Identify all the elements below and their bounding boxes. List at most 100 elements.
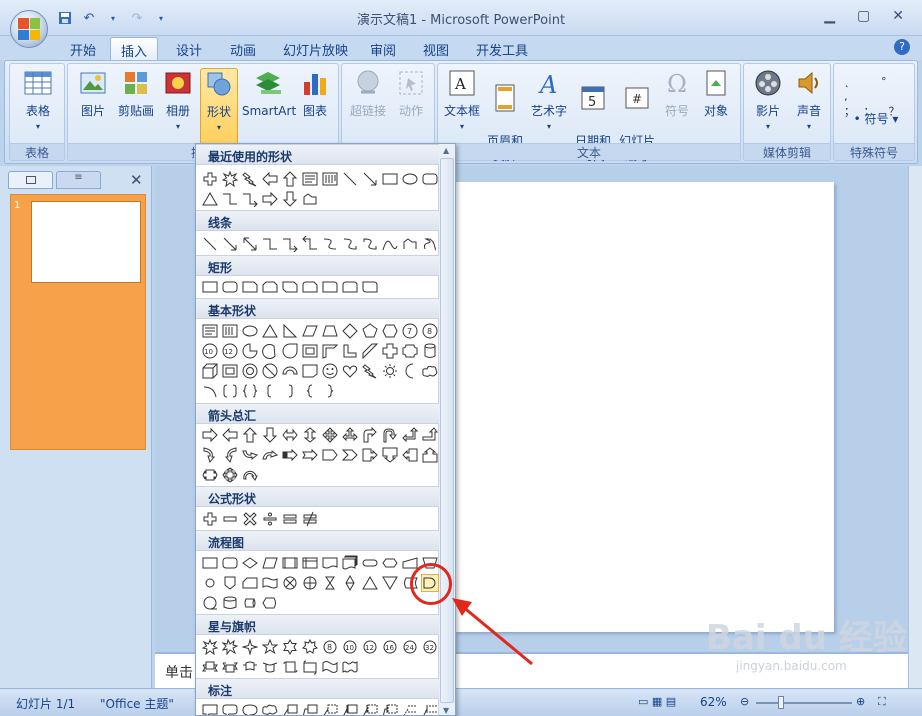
curved-down-arrow-shape-icon[interactable]: [261, 446, 279, 464]
tab-outline[interactable]: ≡: [56, 171, 101, 189]
left-up-arrow-shape-icon[interactable]: [401, 426, 419, 444]
flowchart-predefined-process-shape-icon[interactable]: [281, 554, 299, 572]
star6-shape-icon[interactable]: [281, 638, 299, 656]
flowchart-offpage-connector-shape-icon[interactable]: [221, 574, 239, 592]
special-symbol-button[interactable]: • 符号 ▾: [846, 112, 906, 127]
flowchart-decision-shape-icon[interactable]: [241, 554, 259, 572]
line-callout1-shape-icon[interactable]: [281, 702, 299, 715]
flowchart-data-shape-icon[interactable]: [261, 554, 279, 572]
right-triangle-shape-icon[interactable]: [281, 322, 299, 340]
heart-shape-icon[interactable]: [341, 362, 359, 380]
heptagon-shape-icon[interactable]: 7: [401, 322, 419, 340]
hexagon-shape-icon[interactable]: [381, 322, 399, 340]
rounded-rect-shape-icon[interactable]: [421, 170, 439, 188]
rounded-rect-shape-icon[interactable]: [221, 278, 239, 296]
hyperlink-button[interactable]: 超链接: [346, 68, 390, 119]
flowchart-sort-shape-icon[interactable]: [341, 574, 359, 592]
plaque-shape-icon[interactable]: [401, 342, 419, 360]
left-right-arrow-shape-icon[interactable]: [281, 426, 299, 444]
explosion1-shape-icon[interactable]: [201, 638, 219, 656]
down-arrow-shape-icon[interactable]: [281, 190, 299, 208]
curved-up-ribbon-shape-icon[interactable]: [241, 658, 259, 676]
flowchart-merge-shape-icon[interactable]: [381, 574, 399, 592]
flowchart-connector-shape-icon[interactable]: [201, 574, 219, 592]
elbow-arrow-connector-shape-icon[interactable]: [241, 190, 259, 208]
right-arrow-shape-icon[interactable]: [261, 190, 279, 208]
vertical-scrollbar[interactable]: [908, 166, 922, 688]
quad-arrow-callout-shape-icon[interactable]: [221, 466, 239, 484]
left-arrow-shape-icon[interactable]: [221, 426, 239, 444]
star8-shape-icon[interactable]: 8: [321, 638, 339, 656]
album-button[interactable]: 相册 ▾: [160, 68, 196, 134]
tab-slides[interactable]: [8, 171, 53, 189]
snip-diagonal-rect-shape-icon[interactable]: [281, 278, 299, 296]
arrow-line-shape-icon[interactable]: [221, 235, 239, 253]
shapes-button[interactable]: 形状 ▾: [200, 68, 238, 146]
horizontal-scroll-shape-icon[interactable]: [301, 658, 319, 676]
plus-shape-icon[interactable]: [201, 170, 219, 188]
vertical-textbox-shape-icon[interactable]: [321, 170, 339, 188]
freeform-shape-icon[interactable]: [401, 235, 419, 253]
pie-shape-icon[interactable]: [241, 342, 259, 360]
block-arc-shape-icon[interactable]: [281, 362, 299, 380]
line-callout-no-border-shape-icon[interactable]: [401, 702, 419, 715]
elbow-double-arrow-shape-icon[interactable]: [301, 235, 319, 253]
trapezoid-shape-icon[interactable]: [321, 322, 339, 340]
left-arrow-shape-icon[interactable]: [261, 170, 279, 188]
scroll-down-icon[interactable]: ▼: [443, 706, 449, 715]
donut-shape-icon[interactable]: [241, 362, 259, 380]
u-turn-arrow-shape-icon[interactable]: [381, 426, 399, 444]
flowchart-summing-junction-shape-icon[interactable]: [281, 574, 299, 592]
double-bracket-shape-icon[interactable]: [221, 382, 239, 400]
snip-single-corner-rect-shape-icon[interactable]: [241, 278, 259, 296]
smartart-button[interactable]: SmartArt: [242, 68, 296, 119]
zoom-slider-thumb[interactable]: [778, 696, 784, 709]
slide-thumbnail[interactable]: 1: [10, 194, 146, 450]
up-ribbon-shape-icon[interactable]: [201, 658, 219, 676]
flowchart-multidocument-shape-icon[interactable]: [341, 554, 359, 572]
math-plus-shape-icon[interactable]: [201, 510, 219, 528]
flowchart-magnetic-disk-shape-icon[interactable]: [221, 594, 239, 612]
slide-canvas[interactable]: [455, 182, 834, 632]
table-button[interactable]: 表格 ▾: [16, 68, 60, 134]
star16-shape-icon[interactable]: 16: [381, 638, 399, 656]
flowchart-collate-shape-icon[interactable]: [321, 574, 339, 592]
wordart-button[interactable]: A 艺术字 ▾: [528, 68, 570, 134]
curve-shape-icon[interactable]: [381, 235, 399, 253]
rounded-rect-callout-shape-icon[interactable]: [221, 702, 239, 715]
curved-right-arrow-shape-icon[interactable]: [201, 446, 219, 464]
left-right-up-arrow-shape-icon[interactable]: [341, 426, 359, 444]
office-button[interactable]: [10, 10, 48, 48]
down-arrow-shape-icon[interactable]: [261, 426, 279, 444]
zoom-level[interactable]: 62%: [700, 695, 727, 709]
star4-shape-icon[interactable]: [241, 638, 259, 656]
up-arrow-shape-icon[interactable]: [281, 170, 299, 188]
left-arrow-callout-shape-icon[interactable]: [401, 446, 419, 464]
clipart-button[interactable]: 剪贴画: [114, 68, 158, 119]
elbow-arrow-connector-shape-icon[interactable]: [281, 235, 299, 253]
oval-callout-shape-icon[interactable]: [241, 702, 259, 715]
flowchart-process-shape-icon[interactable]: [201, 554, 219, 572]
frame-shape-icon[interactable]: [301, 342, 319, 360]
textbox-shape-icon[interactable]: [201, 322, 219, 340]
star32-shape-icon[interactable]: 32: [421, 638, 439, 656]
symbol-button[interactable]: Ω 符号: [660, 68, 694, 119]
math-equal-shape-icon[interactable]: [281, 510, 299, 528]
line-callout3-shape-icon[interactable]: [321, 702, 339, 715]
flowchart-extract-shape-icon[interactable]: [361, 574, 379, 592]
view-buttons[interactable]: ▭ ▦ ▤: [638, 695, 676, 708]
arrow-line-shape-icon[interactable]: [361, 170, 379, 188]
textbox-shape-icon[interactable]: [301, 170, 319, 188]
flowchart-display-shape-icon[interactable]: [261, 594, 279, 612]
cloud-shape-icon[interactable]: [421, 362, 439, 380]
picture-button[interactable]: 图片: [74, 68, 112, 119]
lightning-shape-icon[interactable]: [241, 170, 259, 188]
arc-shape-icon[interactable]: [201, 382, 219, 400]
freeform-shape-icon[interactable]: [301, 190, 319, 208]
tab-home[interactable]: 开始: [68, 40, 98, 60]
flowchart-direct-access-storage-shape-icon[interactable]: [241, 594, 259, 612]
star7-shape-icon[interactable]: [301, 638, 319, 656]
oval-shape-icon[interactable]: [401, 170, 419, 188]
rectangle-shape-icon[interactable]: [201, 278, 219, 296]
round-diagonal-rect-shape-icon[interactable]: [361, 278, 379, 296]
